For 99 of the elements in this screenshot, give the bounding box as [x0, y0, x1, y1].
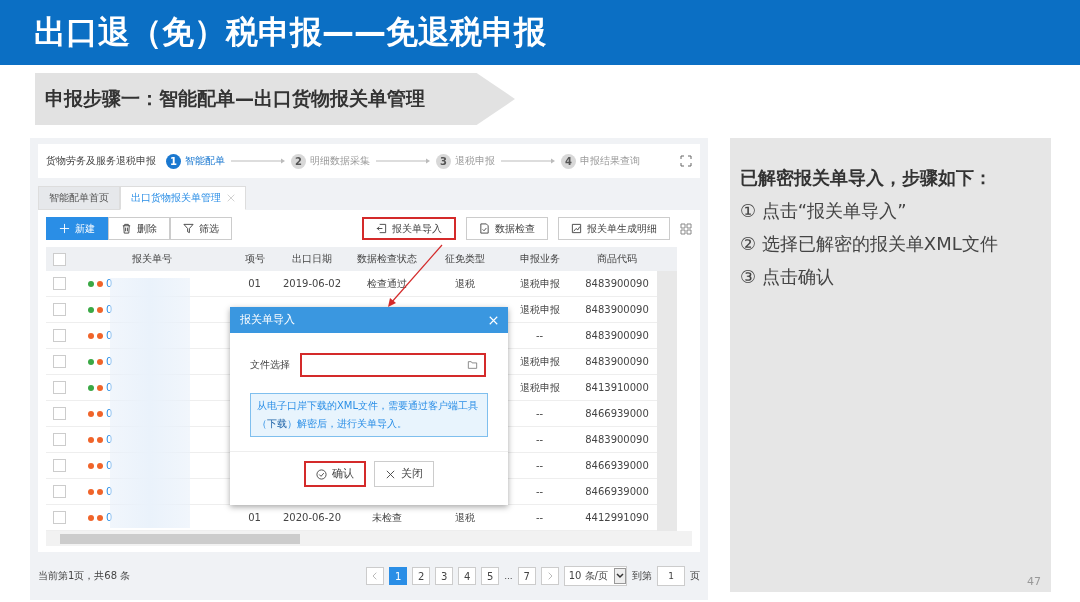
- folder-icon: [467, 360, 478, 370]
- toolbar-button[interactable]: 新建: [46, 217, 108, 240]
- page-size-select[interactable]: 10 条/页: [563, 566, 627, 586]
- toolbar-button[interactable]: 数据检查: [466, 217, 548, 240]
- page-button[interactable]: 2: [412, 567, 431, 585]
- table-cell: 2019-06-02: [277, 271, 347, 297]
- table-cell: 8413910000: [577, 375, 657, 401]
- table-cell[interactable]: 0: [106, 304, 113, 315]
- chart-document-icon: [571, 223, 582, 234]
- close-icon: [227, 194, 235, 202]
- row-checkbox[interactable]: [52, 277, 66, 290]
- close-icon: [385, 468, 396, 480]
- page-summary: 当前第1页，共68 条: [38, 569, 131, 583]
- wizard-step[interactable]: 4 申报结果查询: [561, 153, 640, 169]
- dialog-button[interactable]: 关闭: [374, 461, 434, 487]
- breadcrumb-label: 货物劳务及服务退税申报: [46, 154, 156, 168]
- table-cell: 8483900090: [577, 297, 657, 323]
- row-checkbox[interactable]: [52, 381, 66, 394]
- page-button[interactable]: 5: [481, 567, 500, 585]
- step-connector-arrow: [376, 158, 430, 164]
- table-cell[interactable]: 0: [106, 434, 113, 445]
- table-cell[interactable]: 0: [106, 460, 113, 471]
- page-button[interactable]: 7: [517, 567, 536, 585]
- dropdown-icon: [614, 568, 626, 584]
- instruction-step: ② 选择已解密的报关单XML文件: [740, 232, 1051, 256]
- page-button[interactable]: 1: [389, 567, 408, 585]
- wizard-step[interactable]: 3 退税申报: [436, 153, 495, 169]
- column-header: 申报业务: [502, 247, 577, 271]
- step-connector-arrow: [231, 158, 285, 164]
- file-input-field[interactable]: [300, 353, 486, 377]
- trash-icon: [121, 223, 132, 234]
- instruction-step: ① 点击“报关单导入”: [740, 199, 1051, 223]
- column-header: 征免类型: [427, 247, 502, 271]
- info-notice: 从电子口岸下载的XML文件，需要通过客户端工具（下载）解密后，进行关单导入。: [250, 393, 488, 437]
- table-cell: 退税申报: [502, 271, 577, 297]
- row-checkbox[interactable]: [52, 433, 66, 446]
- field-label: 文件选择: [250, 358, 290, 372]
- row-checkbox[interactable]: [52, 459, 66, 472]
- column-header: 数据检查状态: [347, 247, 427, 271]
- page-button[interactable]: 4: [458, 567, 477, 585]
- table-cell: 01: [232, 271, 277, 297]
- wizard-step[interactable]: 2 明细数据采集: [291, 153, 370, 169]
- table-cell: 8483900090: [577, 323, 657, 349]
- section-banner: 申报步骤一：智能配单—出口货物报关单管理: [35, 73, 515, 125]
- toolbar-button[interactable]: 报关单导入: [362, 217, 456, 240]
- table-cell[interactable]: 0: [106, 356, 113, 367]
- document-check-icon: [479, 223, 490, 234]
- select-all-checkbox[interactable]: [52, 252, 66, 266]
- grid-icon[interactable]: [680, 222, 692, 235]
- filter-icon: [183, 223, 194, 234]
- column-header: 项号: [232, 247, 277, 271]
- instruction-step: ③ 点击确认: [740, 265, 1051, 289]
- instruction-heading: 已解密报关单导入，步骤如下：: [740, 166, 993, 190]
- page-ellipsis: ...: [504, 571, 513, 581]
- table-cell[interactable]: 0: [106, 382, 113, 393]
- row-checkbox[interactable]: [52, 355, 66, 368]
- row-checkbox[interactable]: [52, 303, 66, 316]
- table-cell: 8483900090: [577, 349, 657, 375]
- table-cell: 8483900090: [577, 427, 657, 453]
- page-button[interactable]: 3: [435, 567, 454, 585]
- import-icon: [376, 223, 387, 234]
- page-tab[interactable]: 出口货物报关单管理: [120, 186, 246, 210]
- goto-page-input[interactable]: 1: [657, 566, 685, 586]
- toolbar-button[interactable]: 筛选: [170, 217, 232, 240]
- table-cell: 8466939000: [577, 453, 657, 479]
- row-checkbox[interactable]: [52, 511, 66, 524]
- table-cell[interactable]: 0: [106, 408, 113, 419]
- page-tab[interactable]: 智能配单首页: [38, 186, 120, 210]
- column-header: 出口日期: [277, 247, 347, 271]
- step-connector-arrow: [501, 158, 555, 164]
- table-cell: 检查通过: [347, 271, 427, 297]
- table-cell: 退税: [427, 271, 502, 297]
- previous-page-button[interactable]: [366, 567, 385, 585]
- row-checkbox[interactable]: [52, 485, 66, 498]
- dialog-button[interactable]: 确认: [304, 461, 366, 487]
- plus-icon: [59, 223, 70, 234]
- table-cell[interactable]: 0: [106, 278, 113, 289]
- toolbar-button[interactable]: 删除: [108, 217, 170, 240]
- next-page-button[interactable]: [540, 567, 559, 585]
- row-checkbox[interactable]: [52, 407, 66, 420]
- close-icon[interactable]: [489, 315, 498, 325]
- table-cell: 8466939000: [577, 401, 657, 427]
- table-cell[interactable]: 0: [106, 486, 113, 497]
- table-cell[interactable]: 0: [106, 330, 113, 341]
- table-cell: 8466939000: [577, 479, 657, 505]
- horizontal-scrollbar[interactable]: [46, 531, 692, 546]
- wizard-step[interactable]: 1 智能配单: [166, 153, 225, 169]
- goto-label: 到第: [632, 569, 652, 583]
- page-number: 47: [1027, 575, 1041, 588]
- toolbar-button[interactable]: 报关单生成明细: [558, 217, 670, 240]
- slide-title: 出口退（免）税申报——免退税申报: [0, 0, 1080, 65]
- column-header: 商品代码: [577, 247, 657, 271]
- row-checkbox[interactable]: [52, 329, 66, 342]
- column-header: 报关单号: [72, 247, 232, 271]
- fullscreen-icon[interactable]: [680, 155, 692, 167]
- page-suffix: 页: [690, 569, 700, 583]
- dialog-title: 报关单导入: [240, 313, 295, 327]
- check-circle-icon: [316, 468, 327, 480]
- table-cell[interactable]: 0: [106, 512, 113, 523]
